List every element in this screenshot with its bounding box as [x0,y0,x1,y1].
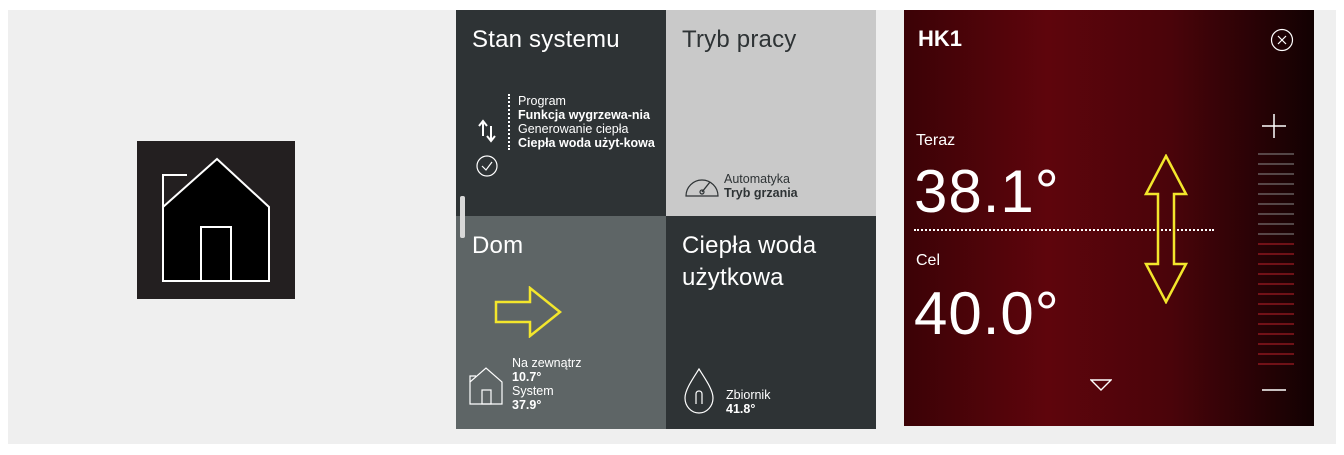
tryb-info: Automatyka Tryb grzania [724,172,798,200]
system-label: System [512,384,554,398]
mode-value: Tryb grzania [724,186,798,200]
hk1-panel: HK1 Teraz 38.1° Cel 40.0° [904,10,1314,426]
arrow-updown-icon [1143,154,1189,304]
target-label: Cel [916,252,941,269]
tile-stan-systemu[interactable]: Stan systemu Program Funkcja wygrzewa-ni… [456,10,666,216]
tile-title: Tryb pracy [682,26,797,53]
tank-label: Zbiornik [726,388,771,402]
dashboard-grid: Stan systemu Program Funkcja wygrzewa-ni… [456,10,876,429]
cwu-info: Zbiornik 41.8° [726,388,770,416]
house-icon [469,367,503,405]
close-circle-icon[interactable] [1270,28,1294,52]
target-temp: 40.0° [914,280,1060,347]
system-value: 37.9° [512,398,542,412]
gen-value: Ciepła woda użyt-kowa [518,136,655,150]
house-icon [162,157,270,282]
arrow-right-icon [494,286,563,338]
chevron-down-icon[interactable] [1090,378,1112,392]
home-tile[interactable] [137,141,295,299]
gauge-icon [685,179,719,197]
hk-title: HK1 [918,26,963,51]
temperature-scale[interactable] [1256,150,1296,370]
now-label: Teraz [916,132,956,149]
stan-details: Program Funkcja wygrzewa-nia Generowanie… [508,94,658,150]
outside-value: 10.7° [512,370,542,384]
tile-title: Ciepła woda użytkowa [682,232,817,291]
program-value: Funkcja wygrzewa-nia [518,108,650,122]
stan-icons [472,118,502,183]
water-drop-icon [684,367,714,414]
tile-dom[interactable]: Dom Na zewnątrz 10.7° System 37.9° [456,216,666,429]
tile-tryb-pracy[interactable]: Tryb pracy Automatyka Tryb grzania [666,10,876,216]
tank-value: 41.8° [726,402,756,416]
tile-title: Stan systemu [472,26,620,53]
minus-icon[interactable] [1258,374,1290,406]
outside-label: Na zewnątrz [512,356,582,370]
dom-info: Na zewnątrz 10.7° System 37.9° [512,356,581,412]
arrows-updown-icon [476,119,498,177]
mode-label: Automatyka [724,172,791,186]
scroll-handle[interactable] [460,196,465,238]
gen-label: Generowanie ciepła [518,122,629,136]
tile-cwu[interactable]: Ciepła woda użytkowa Zbiornik 41.8° [666,216,876,429]
tile-title: Dom [472,232,524,259]
program-label: Program [518,94,566,108]
now-temp: 38.1° [914,158,1060,225]
plus-icon[interactable] [1258,110,1290,142]
